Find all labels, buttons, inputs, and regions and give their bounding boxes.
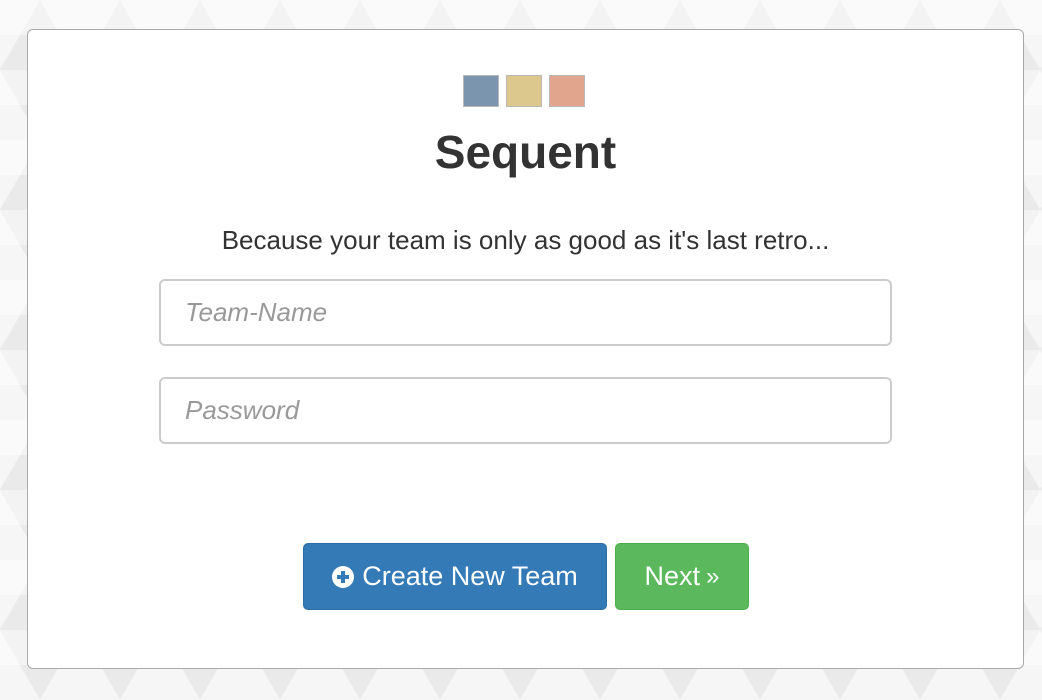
team-name-input[interactable] — [159, 279, 892, 346]
next-label: Next — [644, 561, 701, 591]
logo-square-blue — [463, 75, 499, 107]
tagline: Because your team is only as good as it'… — [221, 225, 830, 255]
app-title: Sequent — [434, 126, 617, 178]
password-input[interactable] — [159, 377, 892, 444]
plus-circle-icon — [332, 565, 355, 588]
logo-square-yellow — [506, 75, 542, 107]
next-button[interactable]: Next » — [615, 543, 749, 610]
double-chevron-right-icon: » — [706, 562, 720, 590]
create-new-team-label: Create New Team — [362, 561, 578, 591]
logo — [463, 75, 585, 107]
create-new-team-button[interactable]: Create New Team — [303, 543, 607, 610]
logo-square-salmon — [549, 75, 585, 107]
login-panel: Sequent Because your team is only as goo… — [27, 29, 1024, 669]
